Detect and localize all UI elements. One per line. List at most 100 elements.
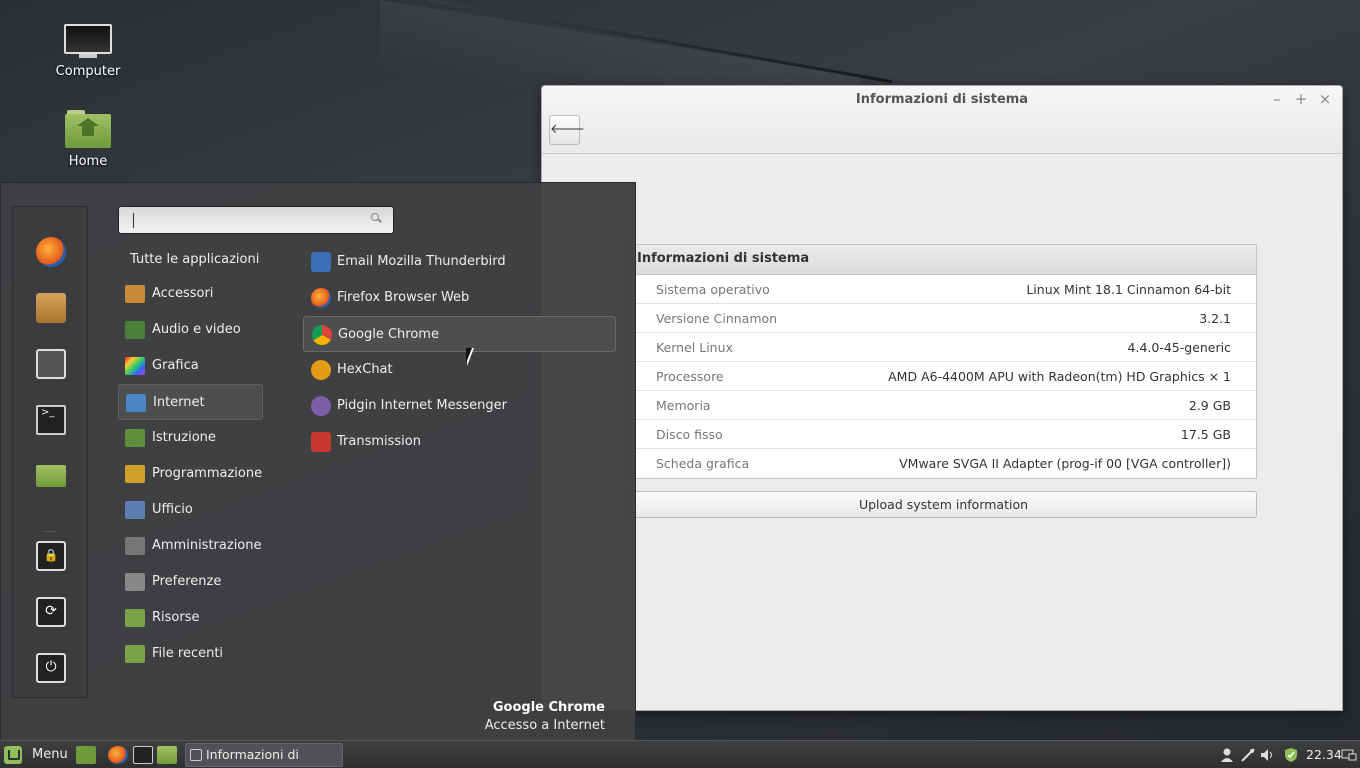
taskbar: Menu Informazioni di siste... 22.34 — [0, 740, 1360, 768]
category-preferenze[interactable]: Preferenze — [118, 564, 263, 600]
power-icon[interactable]: ⏻ — [36, 653, 66, 683]
application-menu: >_ 🔒 ⟳ ⏻ Tutte le applicazioni Accessori… — [0, 182, 636, 740]
category-label: Istruzione — [152, 430, 216, 445]
firefox-icon[interactable] — [36, 237, 66, 267]
taskbar-window-button[interactable]: Informazioni di siste... — [185, 743, 343, 767]
category-accessori[interactable]: Accessori — [118, 276, 263, 312]
row-value: 17.5 GB — [1180, 427, 1231, 442]
row-value: 4.4.0-45-generic — [1127, 340, 1231, 355]
programming-icon — [125, 465, 145, 483]
taskbar-window-label: Informazioni di siste... — [206, 747, 299, 762]
row-value: 2.9 GB — [1188, 398, 1231, 413]
category-audio-video[interactable]: Audio e video — [118, 312, 263, 348]
category-internet[interactable]: Internet — [118, 384, 263, 420]
back-button[interactable]: 🡐 — [549, 115, 585, 145]
category-label: Preferenze — [152, 574, 222, 589]
row-value: 3.2.1 — [1199, 311, 1231, 326]
lock-icon[interactable]: 🔒 — [36, 541, 66, 571]
package-manager-icon[interactable] — [36, 293, 66, 323]
category-grafica[interactable]: Grafica — [118, 348, 263, 384]
favorites-separator — [43, 531, 57, 532]
system-info-table: Informazioni di sistema Sistema operativ… — [630, 244, 1257, 479]
app-firefox[interactable]: Firefox Browser Web — [303, 280, 616, 316]
app-label: Email Mozilla Thunderbird — [337, 254, 506, 269]
settings-icon[interactable] — [36, 349, 66, 379]
pidgin-icon — [311, 396, 331, 416]
close-button[interactable]: × — [1316, 90, 1334, 108]
terminal-icon[interactable]: >_ — [36, 405, 66, 435]
shield-icon[interactable] — [1283, 747, 1299, 763]
terminal-icon[interactable] — [133, 746, 153, 764]
thunderbird-icon — [311, 252, 331, 272]
places-folder-icon — [125, 609, 145, 627]
folder-icon[interactable] — [36, 465, 66, 487]
folder-icon[interactable] — [157, 746, 177, 764]
recent-files-icon — [125, 645, 145, 663]
category-label: Programmazione — [152, 466, 263, 481]
category-label: File recenti — [152, 646, 224, 661]
education-icon — [125, 429, 145, 447]
row-key: Scheda grafica — [656, 456, 750, 471]
app-label: Pidgin Internet Messenger — [337, 398, 507, 413]
row-key: Kernel Linux — [656, 340, 733, 355]
all-applications-item[interactable]: Tutte le applicazioni — [130, 252, 259, 267]
category-risorse[interactable]: Risorse — [118, 600, 263, 636]
maximize-button[interactable]: + — [1292, 90, 1310, 108]
desktop-icon-label: Computer — [55, 64, 121, 79]
app-label: HexChat — [337, 362, 393, 377]
app-google-chrome[interactable]: Google Chrome — [303, 316, 616, 352]
clock[interactable]: 22.34 — [1306, 747, 1342, 762]
category-label: Audio e video — [152, 322, 241, 337]
mouse-cursor — [466, 348, 474, 366]
category-amministrazione[interactable]: Amministrazione — [118, 528, 263, 564]
category-file-recenti[interactable]: File recenti — [118, 636, 263, 672]
row-value: Linux Mint 18.1 Cinnamon 64-bit — [1026, 282, 1231, 297]
multimedia-icon — [125, 321, 145, 339]
volume-icon[interactable] — [1260, 747, 1276, 763]
table-row: Scheda grafica VMware SVGA II Adapter (p… — [631, 449, 1256, 478]
search-icon — [371, 213, 381, 223]
table-row: Memoria 2.9 GB — [631, 391, 1256, 420]
app-hexchat[interactable]: HexChat — [303, 352, 616, 388]
category-ufficio[interactable]: Ufficio — [118, 492, 263, 528]
app-pidgin[interactable]: Pidgin Internet Messenger — [303, 388, 616, 424]
table-row: Disco fisso 17.5 GB — [631, 420, 1256, 449]
upload-system-info-button[interactable]: Upload system information — [630, 491, 1257, 518]
menu-button[interactable]: Menu — [32, 747, 68, 762]
user-icon[interactable] — [1219, 747, 1235, 763]
mint-menu-icon[interactable] — [4, 746, 22, 764]
row-key: Processore — [656, 369, 724, 384]
search-input[interactable] — [118, 206, 394, 234]
network-icon[interactable] — [1240, 747, 1256, 763]
administration-icon — [125, 537, 145, 555]
app-description-title: Google Chrome — [492, 700, 605, 715]
desktop-icon-home[interactable]: Home — [38, 110, 138, 169]
row-key: Sistema operativo — [656, 282, 770, 297]
window-titlebar[interactable]: Informazioni di sistema – + × 🡐 — [542, 86, 1342, 154]
app-thunderbird[interactable]: Email Mozilla Thunderbird — [303, 244, 616, 280]
row-key: Memoria — [656, 398, 711, 413]
left-arrow-icon: 🡐 — [550, 122, 585, 137]
category-istruzione[interactable]: Istruzione — [118, 420, 263, 456]
system-info-window: Informazioni di sistema – + × 🡐 Informaz… — [541, 85, 1343, 711]
logout-icon[interactable]: ⟳ — [36, 597, 66, 627]
display-icon[interactable] — [1341, 747, 1357, 763]
window-content: Informazioni di sistema Sistema operativ… — [542, 154, 1342, 710]
category-label: Ufficio — [152, 502, 193, 517]
graphics-icon — [125, 357, 145, 375]
hexchat-icon — [311, 360, 331, 380]
table-row: Sistema operativo Linux Mint 18.1 Cinnam… — [631, 275, 1256, 304]
window-title: Informazioni di sistema — [855, 92, 1029, 107]
row-key: Versione Cinnamon — [656, 311, 778, 326]
category-programmazione[interactable]: Programmazione — [118, 456, 263, 492]
table-row: Processore AMD A6-4400M APU with Radeon(… — [631, 362, 1256, 391]
app-transmission[interactable]: Transmission — [303, 424, 616, 460]
home-folder-icon — [65, 110, 111, 150]
desktop-icon-computer[interactable]: Computer — [38, 24, 138, 79]
table-row: Versione Cinnamon 3.2.1 — [631, 304, 1256, 333]
minimize-button[interactable]: – — [1268, 90, 1286, 108]
show-desktop-icon[interactable] — [76, 746, 96, 764]
firefox-icon — [311, 288, 331, 308]
app-label: Google Chrome — [338, 327, 439, 342]
firefox-icon[interactable] — [108, 746, 128, 764]
